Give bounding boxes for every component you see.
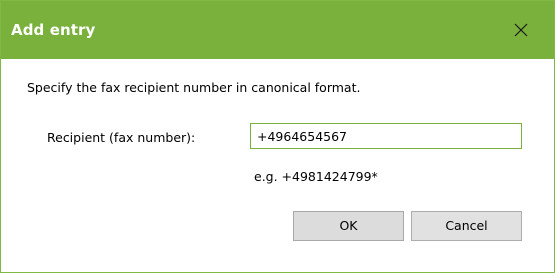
title-bar[interactable]: Add entry xyxy=(1,1,554,59)
recipient-fax-input[interactable] xyxy=(250,123,522,149)
cancel-button[interactable]: Cancel xyxy=(411,211,522,241)
ok-button[interactable]: OK xyxy=(293,211,404,241)
format-hint: e.g. +4981424799* xyxy=(254,169,378,184)
close-button[interactable] xyxy=(501,13,541,47)
instruction-text: Specify the fax recipient number in cano… xyxy=(27,80,361,95)
add-entry-dialog: Add entry Specify the fax recipient numb… xyxy=(0,0,555,273)
close-icon xyxy=(514,23,528,37)
dialog-body: Specify the fax recipient number in cano… xyxy=(1,59,554,272)
dialog-title: Add entry xyxy=(11,21,96,39)
recipient-label: Recipient (fax number): xyxy=(47,130,196,145)
